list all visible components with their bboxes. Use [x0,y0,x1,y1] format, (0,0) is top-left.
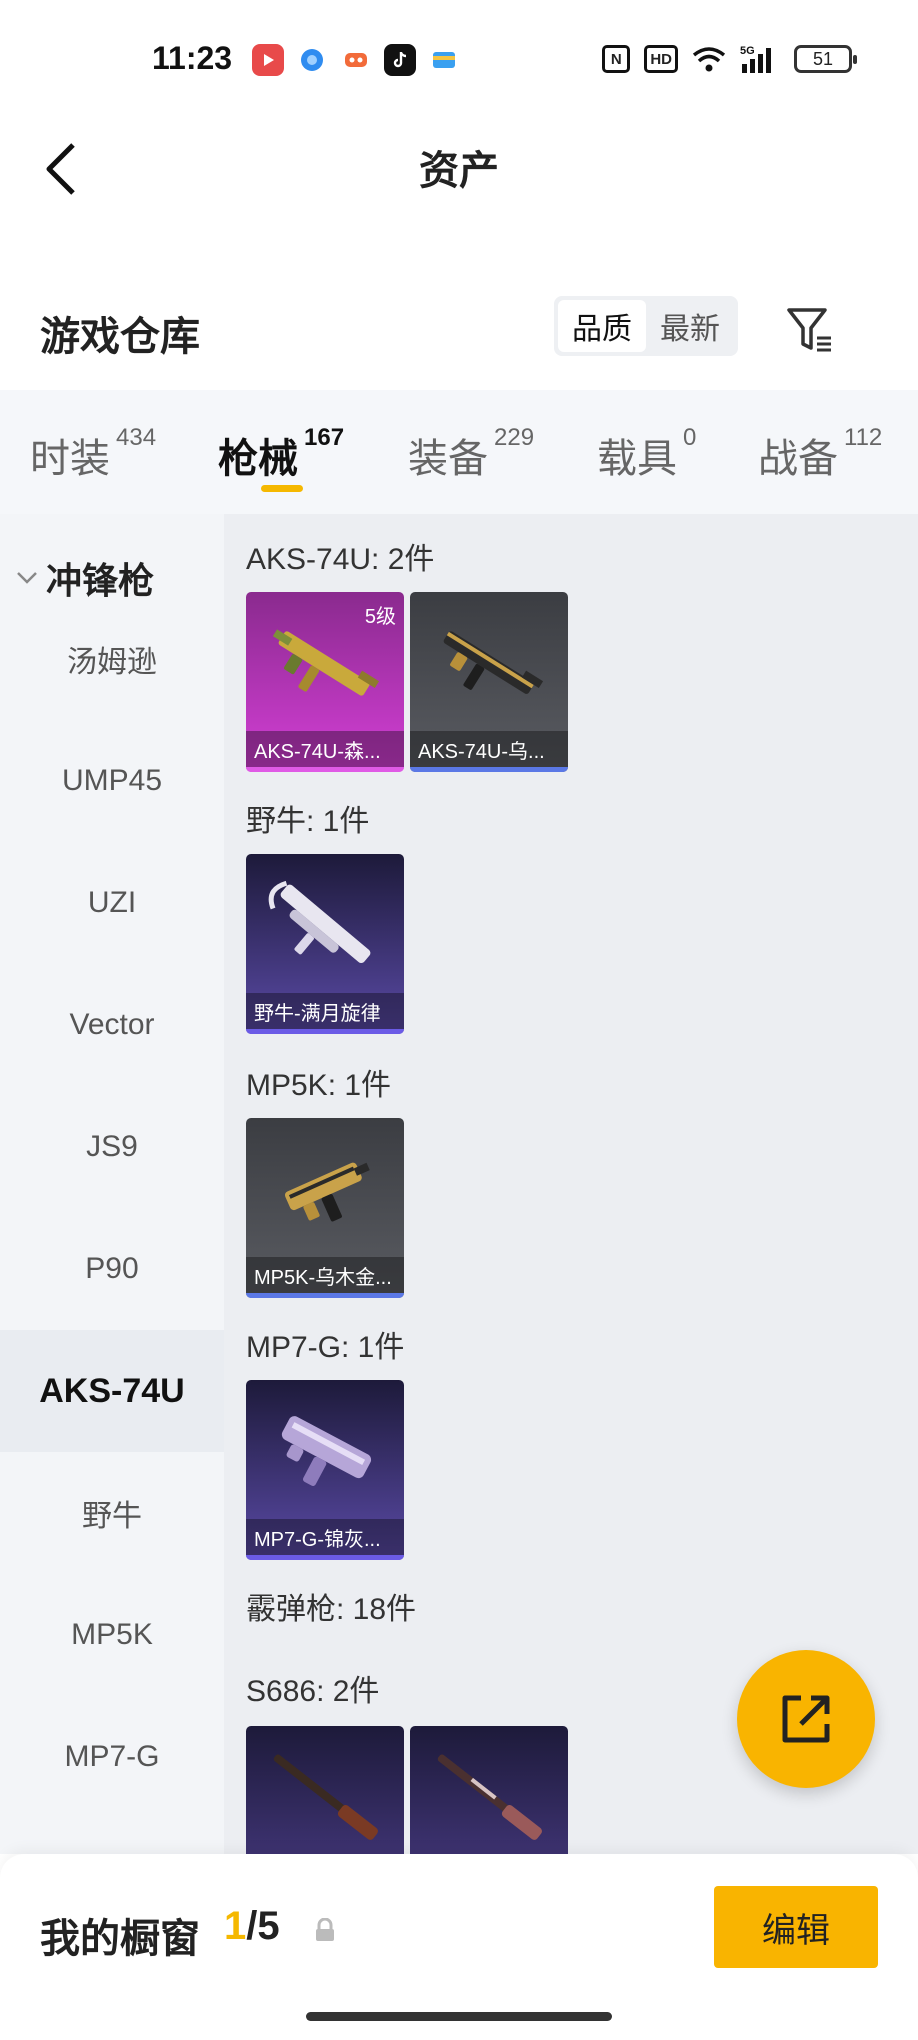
smg-skin-image [443,631,544,694]
sidebar-item-uzi[interactable]: UZI [0,842,224,964]
sidebar-item-aks74u[interactable]: AKS-74U [0,1330,224,1452]
section-title-s686: S686: 2件 [246,1675,380,1708]
sidebar-item-thompson[interactable]: 汤姆逊 [0,598,224,720]
tab-label: 战备 [758,437,838,481]
tab-label: 装备 [408,437,488,481]
tab-equipment[interactable]: 装备 229 [408,424,535,484]
item-card-mp7g-1[interactable]: MP7-G-锦灰... [246,1380,404,1560]
sidebar-item-mp5k[interactable]: MP5K [0,1574,224,1696]
item-name: MP7-G-锦灰... [246,1519,404,1555]
active-tab-indicator [261,485,303,492]
tab-fashion[interactable]: 时装 434 [30,424,157,484]
wallet-app-icon [428,44,460,76]
system-icons: N HD 5G 51 [602,44,857,74]
tab-count: 229 [494,424,535,451]
showcase-label: 我的橱窗 [40,1917,200,1961]
showcase-count: 1/5 [224,1904,280,1949]
sidebar-item-ump45[interactable]: UMP45 [0,720,224,842]
section-title-mp7g: MP7-G: 1件 [246,1331,405,1364]
smg-skin-image [284,1162,370,1222]
item-card-mp5k-1[interactable]: MP5K-乌木金... [246,1118,404,1298]
item-card-bizon-1[interactable]: 野牛-满月旋律 [246,854,404,1034]
status-time: 11:23 [152,40,233,76]
video-app-icon [252,44,284,76]
section-title-shotgun: 霰弹枪: 18件 [246,1593,417,1626]
sidebar-item-mp7g[interactable]: MP7-G [0,1696,224,1818]
section-title-aks74u: AKS-74U: 2件 [246,543,435,576]
category-tabs: 时装 434 枪械 167 装备 229 载具 0 战备 112 [0,390,918,514]
game-app-icon [340,44,372,76]
sidebar-group-smg[interactable]: 冲锋枪 [16,552,154,604]
share-external-icon [782,1695,830,1743]
section-title-bizon: 野牛: 1件 [246,805,370,838]
tab-label: 枪械 [218,437,298,481]
sidebar-group-label: 冲锋枪 [46,560,155,601]
quality-bar [410,767,568,772]
smg-skin-image [268,880,371,964]
chevron-down-icon [17,572,37,584]
notification-icons [252,44,460,76]
sidebar-item-vector[interactable]: Vector [0,964,224,1086]
tab-count: 167 [304,424,345,451]
browser-app-icon [296,44,328,76]
edit-button[interactable]: 编辑 [714,1886,878,1968]
showcase-current: 1 [224,1904,247,1948]
warehouse-title: 游戏仓库 [40,315,200,359]
showcase-bar: 我的橱窗 1/5 编辑 [0,1854,918,2040]
page-title: 资产 [419,149,499,193]
tab-supplies[interactable]: 战备 112 [758,424,883,484]
tab-vehicles[interactable]: 载具 0 [597,424,697,484]
item-card-s686-2[interactable] [410,1726,568,1854]
share-button[interactable] [737,1650,875,1788]
battery-level: 51 [812,48,834,69]
section-title-mp5k: MP5K: 1件 [246,1069,392,1102]
wifi-icon [692,47,726,72]
signal-5g-icon: 5G [740,45,771,73]
tab-count: 434 [116,424,157,451]
item-card-aks74u-2[interactable]: AKS-74U-乌... [410,592,568,772]
quality-bar [246,1293,404,1298]
weapon-type-sidebar: 冲锋枪 汤姆逊 UMP45 UZI Vector JS9 P90 AKS-74U… [0,514,224,1854]
quality-bar [246,767,404,772]
lock-icon [316,1918,334,1941]
sidebar-item-js9[interactable]: JS9 [0,1086,224,1208]
quality-bar [246,1029,404,1034]
tab-label: 载具 [597,437,677,481]
sort-quality-option[interactable]: 品质 [558,300,646,352]
item-name: 野牛-满月旋律 [246,993,404,1029]
filter-icon [787,308,831,352]
sidebar-item-bizon[interactable]: 野牛 [0,1452,224,1574]
quality-bar [246,1555,404,1560]
shotgun-skin-image [437,1754,542,1840]
filter-button[interactable] [782,302,838,358]
item-name: AKS-74U-森... [246,731,404,767]
item-card-aks74u-1[interactable]: 5级 AKS-74U-森... [246,592,404,772]
nfc-icon: N [602,45,631,73]
sort-newest-option[interactable]: 最新 [646,300,734,352]
shotgun-skin-image [273,1754,378,1840]
tab-count: 112 [844,424,883,451]
item-card-s686-1[interactable] [246,1726,404,1854]
sidebar-item-p90[interactable]: P90 [0,1208,224,1330]
tiktok-app-icon [384,44,416,76]
nav-bar: 资产 [0,110,918,220]
sort-toggle: 品质 最新 [554,296,738,356]
warehouse-header: 游戏仓库 品质 最新 [0,280,918,390]
status-bar: 11:23 N HD 5G 51 [0,0,918,110]
tab-count: 0 [683,424,697,451]
battery-icon: 51 [794,45,857,73]
hd-icon: HD [644,45,678,73]
item-name: AKS-74U-乌... [410,731,568,767]
item-level-badge: 5级 [364,606,396,628]
svg-text:5G: 5G [740,45,755,57]
item-name: MP5K-乌木金... [246,1257,404,1293]
smg-skin-image [281,1416,372,1487]
tab-label: 时装 [30,437,110,481]
showcase-total: /5 [246,1904,280,1948]
home-indicator[interactable] [306,2012,612,2021]
tab-weapons[interactable]: 枪械 167 [218,424,345,484]
